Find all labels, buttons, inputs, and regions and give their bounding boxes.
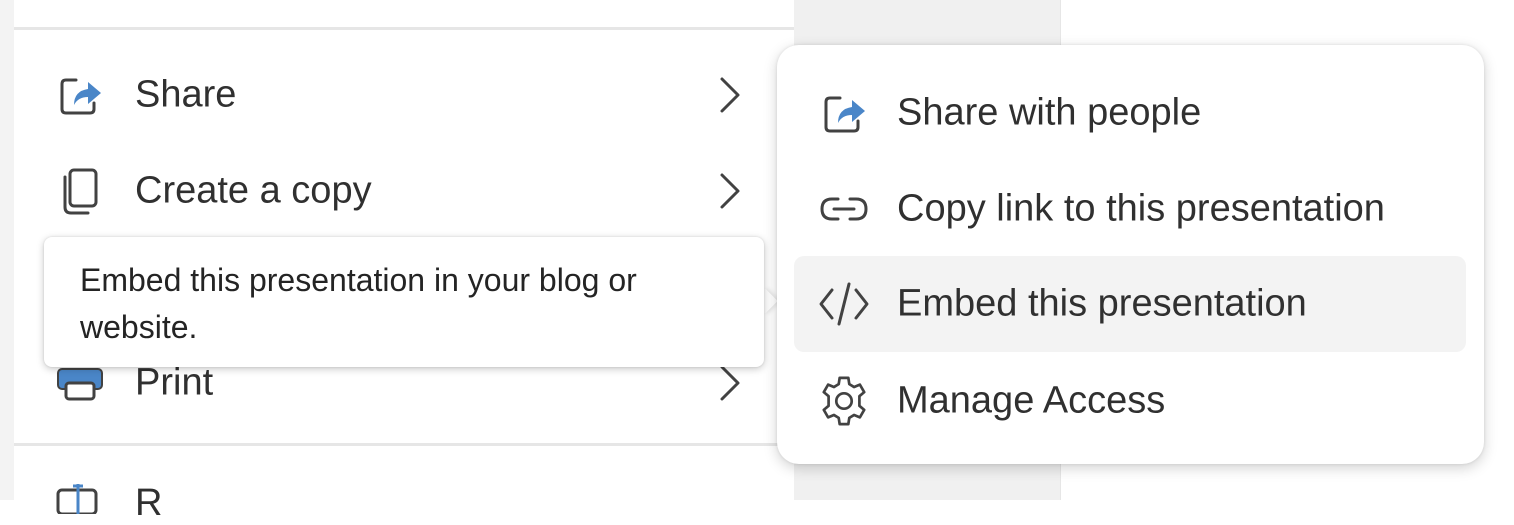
tooltip-text: Embed this presentation in your blog or …: [80, 262, 637, 345]
left-edge-panel: [0, 0, 14, 500]
menu-item-rename[interactable]: R: [14, 470, 794, 524]
submenu-item-manage-access[interactable]: Manage Access: [794, 353, 1466, 449]
menu-item-label: R: [135, 482, 163, 524]
chevron-right-icon: [714, 171, 744, 211]
share-submenu: Share with people Copy link to this pres…: [777, 45, 1484, 464]
menu-item-label: Print: [135, 361, 214, 404]
menu-item-share[interactable]: Share: [14, 50, 794, 140]
chevron-right-icon: [714, 363, 744, 403]
tooltip: Embed this presentation in your blog or …: [44, 237, 764, 367]
submenu-item-copy-link[interactable]: Copy link to this presentation: [794, 161, 1466, 257]
share-icon: [56, 71, 104, 119]
submenu-item-share-with-people[interactable]: Share with people: [794, 65, 1466, 161]
menu-divider: [14, 27, 794, 30]
menu-item-label: Share: [135, 73, 237, 116]
chevron-right-icon: [714, 75, 744, 115]
submenu-item-label: Embed this presentation: [897, 282, 1307, 325]
submenu-item-embed[interactable]: Embed this presentation: [794, 256, 1466, 352]
code-icon: [818, 278, 870, 330]
menu-divider: [14, 443, 794, 446]
menu-item-create-copy[interactable]: Create a copy: [14, 146, 794, 236]
share-icon: [818, 87, 870, 139]
rename-icon: [56, 484, 104, 519]
link-icon: [818, 183, 870, 235]
submenu-item-label: Copy link to this presentation: [897, 187, 1385, 230]
menu-item-label: Create a copy: [135, 169, 372, 212]
copy-icon: [56, 167, 104, 215]
submenu-item-label: Manage Access: [897, 379, 1166, 422]
submenu-item-label: Share with people: [897, 91, 1202, 134]
gear-icon: [818, 375, 870, 427]
